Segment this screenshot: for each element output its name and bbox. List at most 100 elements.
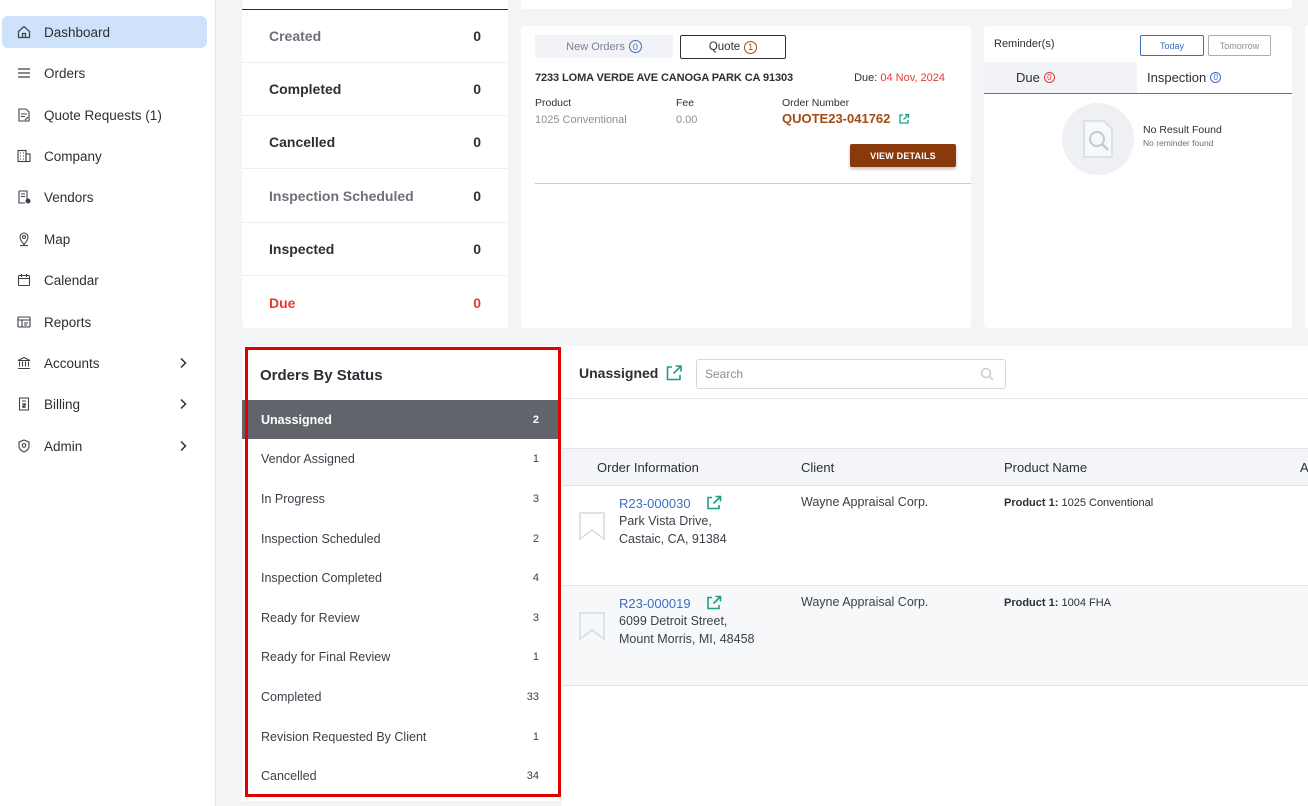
product-value: 1025 Conventional <box>535 114 627 126</box>
sidebar-item-label: Vendors <box>44 189 94 205</box>
document-edit-icon <box>16 107 32 123</box>
orders-list-panel: Unassigned Order Information Client Prod… <box>562 346 1308 806</box>
tab-inspection[interactable]: Inspection 0 <box>1137 62 1292 93</box>
sidebar-item-label: Company <box>44 148 102 164</box>
order-number-link[interactable]: R23-000030 <box>619 495 722 511</box>
sidebar-item-company[interactable]: Company <box>2 140 207 172</box>
chevron-right-icon <box>175 355 191 371</box>
today-button[interactable]: Today <box>1140 35 1204 56</box>
tomorrow-button[interactable]: Tomorrow <box>1208 35 1271 56</box>
status-item-ready-for-review[interactable]: Ready for Review 3 <box>242 598 559 637</box>
count-row-due[interactable]: Due 0 <box>242 276 508 329</box>
order-number-link[interactable]: QUOTE23-041762 <box>782 111 910 126</box>
column-header[interactable]: A <box>1300 460 1308 475</box>
external-link-icon[interactable] <box>706 495 722 511</box>
status-item-revision-requested[interactable]: Revision Requested By Client 1 <box>242 717 559 756</box>
column-header[interactable]: Order Information <box>597 460 699 475</box>
status-item-inspection-completed[interactable]: Inspection Completed 4 <box>242 558 559 597</box>
count-row-created[interactable]: Created 0 <box>242 10 508 63</box>
sidebar-item-label: Map <box>44 231 71 247</box>
quote-address: 7233 LOMA VERDE AVE CANOGA PARK CA 91303 <box>535 72 794 84</box>
order-address-line1: 6099 Detroit Street, <box>619 614 728 628</box>
external-link-icon[interactable] <box>665 364 683 382</box>
billing-icon <box>16 396 32 412</box>
order-number-label: Order Number <box>782 97 850 109</box>
search-input[interactable] <box>696 359 1006 389</box>
sidebar-item-label: Quote Requests (1) <box>44 107 162 123</box>
external-link-icon[interactable] <box>706 595 722 611</box>
divider <box>535 183 971 184</box>
count-row-inspection-scheduled[interactable]: Inspection Scheduled 0 <box>242 170 508 223</box>
sidebar-item-accounts[interactable]: Accounts <box>2 347 207 379</box>
table-row[interactable]: R23-000019 6099 Detroit Street, Mount Mo… <box>562 586 1308 686</box>
view-details-button[interactable]: VIEW DETAILS <box>850 144 956 167</box>
due-date: 04 Nov, 2024 <box>880 72 945 84</box>
sidebar-item-calendar[interactable]: Calendar <box>2 264 207 296</box>
order-client: Wayne Appraisal Corp. <box>801 595 929 609</box>
tab-quote[interactable]: Quote 1 <box>680 35 786 59</box>
chevron-right-icon <box>175 438 191 454</box>
reminders-title: Reminder(s) <box>994 38 1055 50</box>
reminders-card: Reminder(s) Today Tomorrow Due 0 Inspect… <box>984 26 1292 328</box>
count-badge: 0 <box>1043 72 1055 83</box>
search-document-icon <box>1078 117 1118 161</box>
status-counts-card: Created 0 Completed 0 Cancelled 0 Inspectio… <box>242 0 508 328</box>
tab-due[interactable]: Due 0 <box>984 62 1137 93</box>
sidebar-item-map[interactable]: Map <box>2 223 207 255</box>
map-pin-icon <box>16 231 32 247</box>
quote-due: Due: 04 Nov, 2024 <box>854 72 945 84</box>
order-address-line2: Mount Morris, MI, 48458 <box>619 632 755 646</box>
chevron-right-icon <box>175 396 191 412</box>
bookmark-icon[interactable] <box>579 512 605 540</box>
status-item-inspection-scheduled[interactable]: Inspection Scheduled 2 <box>242 519 559 558</box>
sidebar-item-reports[interactable]: Reports <box>2 306 207 338</box>
table-row[interactable]: R23-000030 Park Vista Drive, Castaic, CA… <box>562 486 1308 586</box>
status-item-cancelled[interactable]: Cancelled 34 <box>242 756 559 795</box>
status-item-unassigned[interactable]: Unassigned 2 <box>242 400 559 439</box>
sidebar-item-billing[interactable]: Billing <box>2 388 207 420</box>
reports-icon <box>16 314 32 330</box>
status-item-in-progress[interactable]: In Progress 3 <box>242 479 559 518</box>
product-label: Product <box>535 97 572 109</box>
bank-icon <box>16 355 32 371</box>
count-row-inspected[interactable]: Inspected 0 <box>242 223 508 276</box>
sidebar-item-label: Reports <box>44 314 92 330</box>
bookmark-icon[interactable] <box>579 612 605 640</box>
status-item-completed[interactable]: Completed 33 <box>242 677 559 716</box>
order-address-line1: Park Vista Drive, <box>619 514 712 528</box>
sidebar: Dashboard Orders Quote Requests (1) Comp… <box>0 0 216 806</box>
no-result-illustration <box>1062 103 1134 175</box>
orders-by-status-panel: Orders By Status Unassigned 2 Vendor Assi… <box>242 346 562 801</box>
order-number-link[interactable]: R23-000019 <box>619 595 722 611</box>
search-icon[interactable] <box>980 367 994 381</box>
column-header[interactable]: Product Name <box>1004 460 1087 475</box>
panel-title: Orders By Status <box>260 367 383 384</box>
status-item-vendor-assigned[interactable]: Vendor Assigned 1 <box>242 439 559 478</box>
count-row-completed[interactable]: Completed 0 <box>242 63 508 116</box>
count-badge: 0 <box>628 40 642 53</box>
order-client: Wayne Appraisal Corp. <box>801 495 929 509</box>
count-badge: 0 <box>1210 72 1222 83</box>
sidebar-item-orders[interactable]: Orders <box>2 57 207 89</box>
order-address-line2: Castaic, CA, 91384 <box>619 532 727 546</box>
status-item-ready-for-final-review[interactable]: Ready for Final Review 1 <box>242 637 559 676</box>
order-product: Product 1: 1004 FHA <box>1004 597 1111 609</box>
tab-new-orders[interactable]: New Orders 0 <box>535 35 673 58</box>
count-row-cancelled[interactable]: Cancelled 0 <box>242 116 508 169</box>
table-header: Order Information Client Product Name A <box>562 448 1308 486</box>
fee-label: Fee <box>676 97 695 109</box>
sidebar-item-vendors[interactable]: Vendors <box>2 181 207 213</box>
external-link-icon[interactable] <box>898 113 910 125</box>
no-result-title: No Result Found <box>1143 124 1222 136</box>
divider <box>984 93 1292 94</box>
vendor-document-icon <box>16 189 32 205</box>
list-title: Unassigned <box>579 364 683 382</box>
sidebar-item-admin[interactable]: Admin <box>2 430 207 462</box>
top-card-strip <box>521 0 1292 9</box>
home-icon <box>16 24 32 40</box>
column-header[interactable]: Client <box>801 460 834 475</box>
sidebar-item-dashboard[interactable]: Dashboard <box>2 16 207 48</box>
sidebar-item-label: Accounts <box>44 355 100 371</box>
divider <box>562 398 1308 399</box>
sidebar-item-quote-requests[interactable]: Quote Requests (1) <box>2 99 207 131</box>
